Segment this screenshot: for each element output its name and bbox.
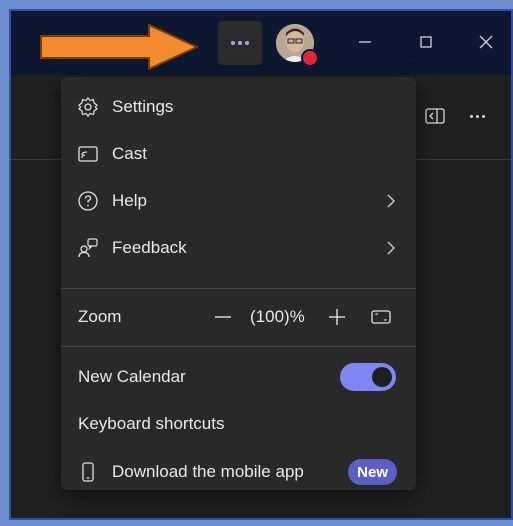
menu-item-cast[interactable]: Cast — [61, 134, 416, 174]
cast-icon — [78, 146, 98, 162]
gear-icon — [78, 97, 98, 117]
chevron-right-icon — [387, 241, 395, 255]
zoom-row: Zoom (100)% — [61, 297, 416, 337]
menu-item-label: Settings — [112, 97, 174, 116]
menu-item-settings[interactable]: Settings — [61, 87, 416, 127]
menu-divider — [61, 288, 416, 289]
more-icon — [470, 114, 485, 118]
menu-item-new-calendar: New Calendar — [61, 357, 416, 397]
panel-toggle-icon[interactable] — [424, 105, 446, 127]
new-badge: New — [348, 459, 397, 485]
menu-item-label: Download the mobile app — [112, 462, 304, 481]
new-calendar-toggle[interactable] — [340, 363, 396, 391]
phone-icon — [82, 462, 94, 482]
more-icon — [231, 41, 249, 45]
presence-busy-icon — [301, 49, 319, 67]
close-icon[interactable] — [475, 31, 497, 53]
zoom-value: (100)% — [250, 307, 305, 326]
app-window: Settings Cast Help Feedback Zoom (100)% … — [9, 9, 513, 520]
keyboard-shortcuts-label: Keyboard shortcuts — [78, 414, 225, 433]
maximize-icon[interactable] — [415, 31, 437, 53]
menu-item-feedback[interactable]: Feedback — [61, 228, 416, 268]
toggle-knob — [372, 367, 392, 387]
orange-arrow-annotation — [40, 24, 199, 70]
menu-item-label: Help — [112, 191, 147, 210]
more-options-secondary-button[interactable] — [470, 105, 492, 127]
help-icon — [78, 191, 98, 211]
menu-item-help[interactable]: Help — [61, 181, 416, 221]
new-calendar-label: New Calendar — [78, 367, 186, 386]
feedback-icon — [78, 238, 98, 258]
minimize-icon[interactable] — [354, 31, 376, 53]
title-bar — [11, 11, 511, 75]
menu-item-label: Cast — [112, 144, 147, 163]
chevron-right-icon — [387, 194, 395, 208]
zoom-out-button[interactable] — [212, 306, 234, 328]
more-options-button[interactable] — [218, 21, 262, 65]
zoom-reset-button[interactable] — [370, 306, 392, 328]
more-options-menu: Settings Cast Help Feedback Zoom (100)% … — [61, 77, 416, 490]
menu-item-keyboard-shortcuts[interactable]: Keyboard shortcuts — [61, 404, 416, 444]
menu-item-label: Feedback — [112, 238, 187, 257]
menu-item-download-mobile-app[interactable]: Download the mobile app New — [61, 452, 416, 492]
menu-divider — [61, 346, 416, 347]
zoom-in-button[interactable] — [326, 306, 348, 328]
zoom-label: Zoom — [78, 307, 122, 326]
